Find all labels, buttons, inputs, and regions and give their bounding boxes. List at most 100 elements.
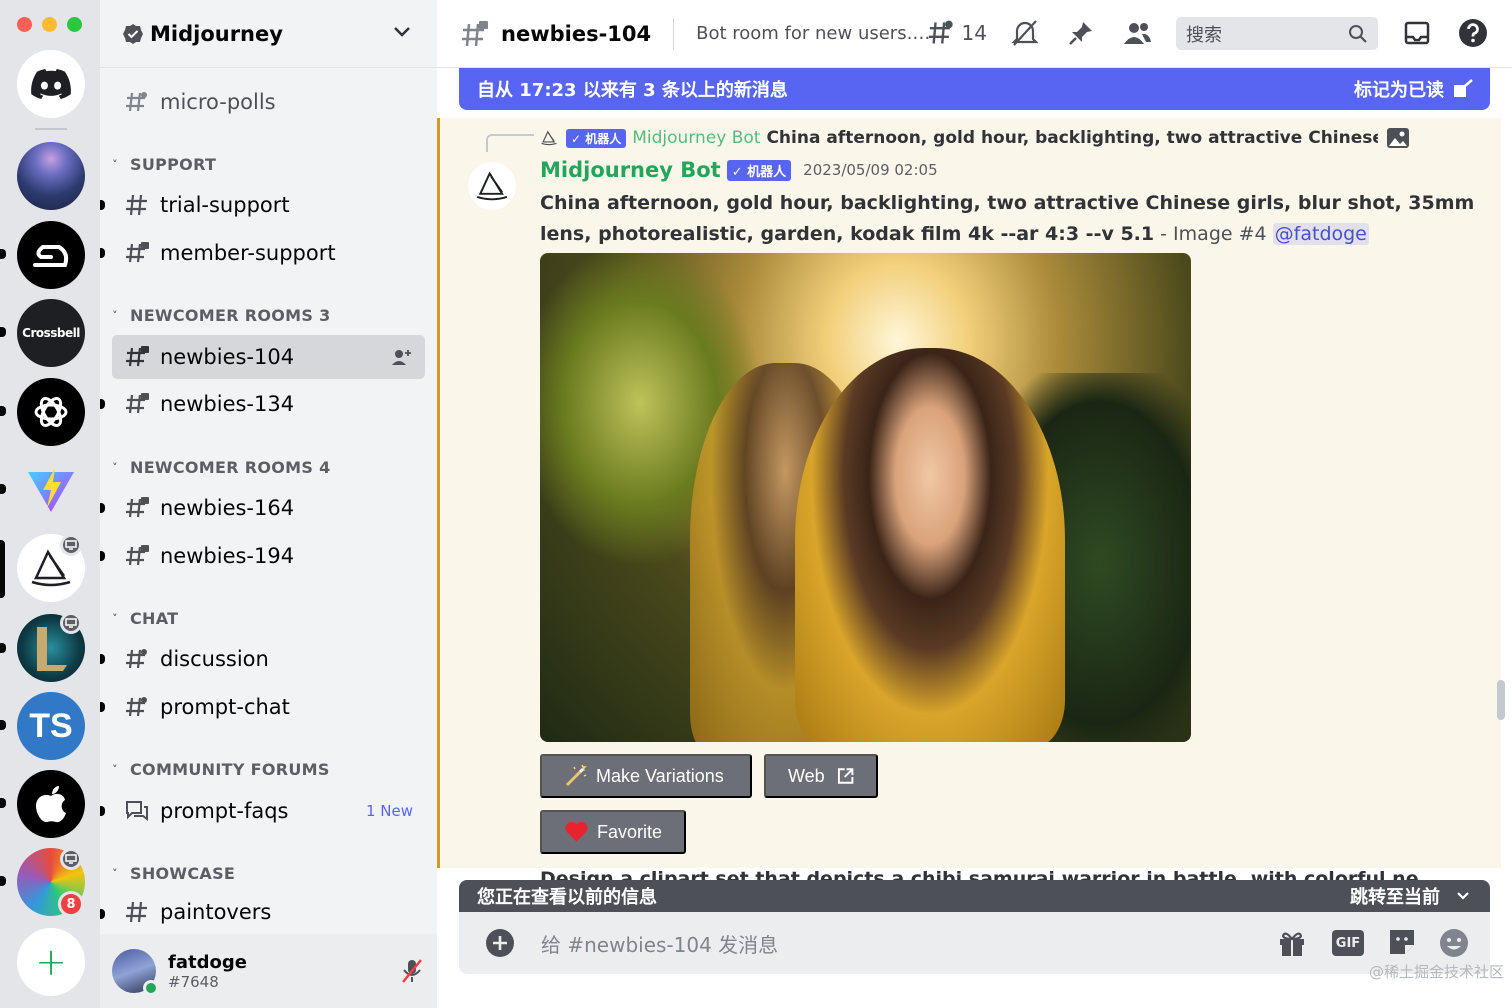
- sticker-icon[interactable]: [1387, 927, 1417, 957]
- inbox-button[interactable]: [1401, 17, 1433, 49]
- search-input[interactable]: 搜索: [1176, 17, 1378, 50]
- server-header[interactable]: Midjourney: [100, 0, 437, 68]
- gift-icon[interactable]: [1277, 928, 1307, 958]
- user-panel: fatdoge #7648: [100, 934, 515, 1008]
- chevron-down-icon: ˅: [112, 461, 118, 474]
- chevron-down-icon[interactable]: [393, 26, 411, 38]
- server-space-avatar[interactable]: [17, 142, 85, 210]
- microphone-muted-icon[interactable]: [400, 958, 424, 984]
- user-info[interactable]: fatdoge #7648: [168, 952, 247, 991]
- server-rail: Crossbell TS 8 +: [0, 0, 100, 1008]
- minimize-window-button[interactable]: [42, 17, 57, 32]
- verified-server-icon: [123, 23, 143, 44]
- channel-member-support[interactable]: member-support: [112, 231, 425, 275]
- members-icon: [1124, 23, 1151, 44]
- channel-newbies-134[interactable]: newbies-134: [112, 382, 425, 426]
- channel-topic[interactable]: Bot room for new users. Type /imagine to…: [673, 17, 935, 50]
- server-apple[interactable]: [17, 770, 85, 838]
- reply-reference[interactable]: ✓ 机器人 Midjourney Bot China afternoon, go…: [540, 126, 1492, 150]
- channel-label: newbies-194: [160, 544, 295, 568]
- category-showcase[interactable]: ˅ SHOWCASE: [108, 864, 235, 883]
- chevron-down-icon: ˅: [112, 763, 118, 776]
- mark-as-read-button[interactable]: 标记为已读: [1354, 76, 1444, 102]
- locked-hash-icon: [126, 545, 149, 566]
- channel-label: trial-support: [160, 193, 290, 217]
- chevron-down-icon: ˅: [112, 867, 118, 880]
- help-button[interactable]: [1457, 17, 1489, 49]
- channel-discussion[interactable]: discussion: [112, 637, 425, 681]
- server-typescript[interactable]: TS: [17, 692, 85, 760]
- unread-pill: [0, 643, 6, 653]
- thread-hash-icon: [126, 649, 147, 669]
- viewing-old-messages-bar: 您正在查看以前的信息 跳转至当前: [459, 880, 1490, 912]
- close-window-button[interactable]: [17, 17, 32, 32]
- voice-activity-badge: [60, 534, 82, 556]
- channel-micro-polls[interactable]: micro-polls: [112, 80, 425, 124]
- favorite-button[interactable]: Favorite: [540, 810, 686, 854]
- help-icon: [1459, 19, 1487, 47]
- channel-newbies-194[interactable]: newbies-194: [112, 534, 425, 578]
- web-link-button[interactable]: Web: [764, 754, 878, 798]
- add-server-button[interactable]: +: [17, 928, 85, 996]
- user-avatar[interactable]: [112, 949, 159, 996]
- user-mention[interactable]: @fatdoge: [1272, 223, 1369, 245]
- server-curve-logo[interactable]: [17, 221, 85, 289]
- invite-member-icon[interactable]: [391, 347, 413, 367]
- category-label: COMMUNITY FORUMS: [130, 760, 330, 779]
- channel-label: discussion: [160, 647, 269, 671]
- unread-pill: [0, 798, 6, 808]
- image-index: - Image #4: [1154, 223, 1273, 245]
- server-crossbell[interactable]: Crossbell: [17, 299, 85, 367]
- chevron-down-icon: [1457, 892, 1469, 900]
- category-newcomer-rooms-3[interactable]: ˅ NEWCOMER ROOMS 3: [108, 306, 331, 325]
- channel-prompt-chat[interactable]: prompt-chat: [112, 685, 425, 729]
- upload-plus-icon[interactable]: [485, 928, 515, 958]
- direct-messages-button[interactable]: [17, 50, 85, 118]
- figure-right: [795, 348, 1065, 742]
- generated-image[interactable]: [540, 253, 1191, 742]
- maximize-window-button[interactable]: [67, 17, 82, 32]
- notifications-muted-button[interactable]: [1009, 17, 1041, 49]
- message-author[interactable]: Midjourney Bot: [540, 158, 721, 182]
- emoji-icon[interactable]: [1438, 927, 1470, 959]
- bot-avatar[interactable]: [468, 162, 516, 210]
- category-label: NEWCOMER ROOMS 4: [130, 458, 331, 477]
- category-community-forums[interactable]: ˅ COMMUNITY FORUMS: [108, 760, 330, 779]
- reply-connector: [486, 134, 534, 152]
- external-link-icon: [837, 768, 854, 784]
- channel-paintovers[interactable]: paintovers: [112, 892, 425, 932]
- threads-button[interactable]: 14: [927, 17, 987, 49]
- unread-pill: [0, 249, 6, 259]
- unread-indicator: [100, 654, 105, 664]
- new-messages-bar[interactable]: 自从 17:23 以来有 3 条以上的新消息 标记为已读: [459, 68, 1490, 110]
- channel-newbies-164[interactable]: newbies-164: [112, 486, 425, 530]
- heart-icon: [565, 822, 588, 842]
- server-openai[interactable]: [17, 378, 85, 446]
- member-list-button[interactable]: [1121, 17, 1153, 49]
- online-status-dot: [143, 980, 159, 996]
- pinned-messages-button[interactable]: [1065, 17, 1097, 49]
- unread-indicator: [100, 909, 105, 919]
- channel-prompt-faqs[interactable]: prompt-faqs 1 New: [112, 789, 425, 833]
- server-vite[interactable]: [17, 456, 85, 524]
- channel-newbies-104[interactable]: newbies-104: [112, 335, 425, 379]
- channel-header: newbies-104 Bot room for new users. Type…: [437, 0, 1512, 68]
- message-input[interactable]: 给 #newbies-104 发消息: [541, 929, 778, 958]
- gif-button[interactable]: GIF: [1332, 930, 1364, 956]
- reply-author: Midjourney Bot: [632, 128, 761, 148]
- category-support[interactable]: ˅ SUPPORT: [108, 155, 216, 174]
- category-chat[interactable]: ˅ CHAT: [108, 609, 178, 628]
- channel-trial-support[interactable]: trial-support: [112, 183, 425, 227]
- crossbell-label: Crossbell: [22, 326, 80, 340]
- category-newcomer-rooms-4[interactable]: ˅ NEWCOMER ROOMS 4: [108, 458, 331, 477]
- make-variations-button[interactable]: Make Variations: [540, 754, 752, 798]
- category-label: CHAT: [130, 609, 179, 628]
- unread-indicator: [100, 806, 105, 816]
- apple-logo-icon: [36, 786, 66, 823]
- inbox-icon: [1404, 21, 1430, 45]
- prompt-line-2: lens, photorealistic, garden, kodak film…: [540, 223, 1155, 245]
- channel-label: paintovers: [160, 900, 272, 924]
- button-label: Web: [788, 765, 825, 786]
- jump-to-present-button[interactable]: 跳转至当前: [1350, 883, 1440, 909]
- scrollbar-thumb[interactable]: [1497, 680, 1505, 720]
